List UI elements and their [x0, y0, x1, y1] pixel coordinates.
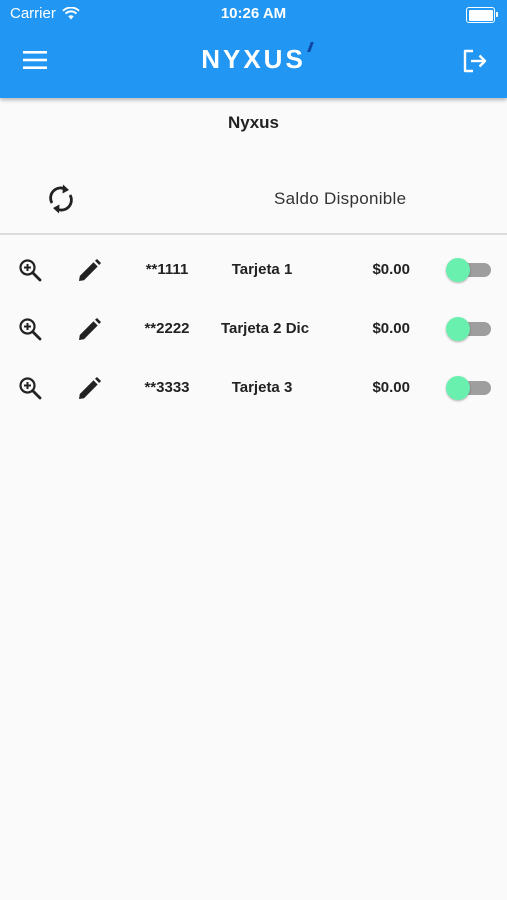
edit-card-button[interactable] [74, 374, 104, 404]
status-time: 10:26 AM [220, 5, 287, 22]
card-name: Tarjeta 1 [231, 261, 293, 278]
card-row: **1111 Tarjeta 1 $0.00 [0, 240, 507, 299]
card-number: **3333 [144, 379, 190, 396]
edit-card-button[interactable] [74, 256, 104, 286]
toggle-knob [446, 376, 470, 400]
zoom-in-icon [19, 377, 42, 400]
pencil-icon [79, 377, 101, 399]
available-balance-label: Saldo Disponible [274, 189, 407, 208]
battery-icon [466, 7, 498, 23]
card-balance: $0.00 [372, 261, 410, 278]
pencil-icon [79, 318, 101, 340]
pencil-icon [79, 259, 101, 281]
refresh-button[interactable] [42, 180, 80, 218]
card-row: **3333 Tarjeta 3 $0.00 [0, 358, 507, 417]
card-toggle[interactable] [446, 376, 491, 400]
refresh-icon [49, 184, 73, 214]
balance-summary-row: Saldo Disponible [0, 165, 507, 235]
view-card-button[interactable] [16, 256, 44, 284]
card-row: **2222 Tarjeta 2 Dic $0.00 [0, 299, 507, 358]
status-bar: Carrier 10:26 AM [0, 0, 507, 28]
logout-icon [463, 49, 487, 73]
card-name: Tarjeta 3 [231, 379, 293, 396]
view-card-button[interactable] [16, 315, 44, 343]
page-title: Nyxus [227, 113, 280, 132]
app-logo: NYXUS [0, 42, 507, 75]
toggle-knob [446, 317, 470, 341]
card-balance: $0.00 [372, 320, 410, 337]
zoom-in-icon [19, 318, 42, 341]
zoom-in-icon [19, 259, 42, 282]
card-name: Tarjeta 2 Dic [220, 320, 310, 337]
view-card-button[interactable] [16, 374, 44, 402]
logo-accent-mark [306, 42, 314, 52]
toggle-knob [446, 258, 470, 282]
card-list: **1111 Tarjeta 1 $0.00 **2222 Tarjeta 2 … [0, 240, 507, 417]
card-balance: $0.00 [372, 379, 410, 396]
card-toggle[interactable] [446, 317, 491, 341]
app-bar: Carrier 10:26 AM NYXUS [0, 0, 507, 98]
app-logo-text: NYXUS [201, 44, 306, 74]
card-toggle[interactable] [446, 258, 491, 282]
edit-card-button[interactable] [74, 315, 104, 345]
logout-button[interactable] [459, 45, 491, 77]
card-number: **2222 [144, 320, 190, 337]
card-number: **1111 [145, 261, 189, 278]
